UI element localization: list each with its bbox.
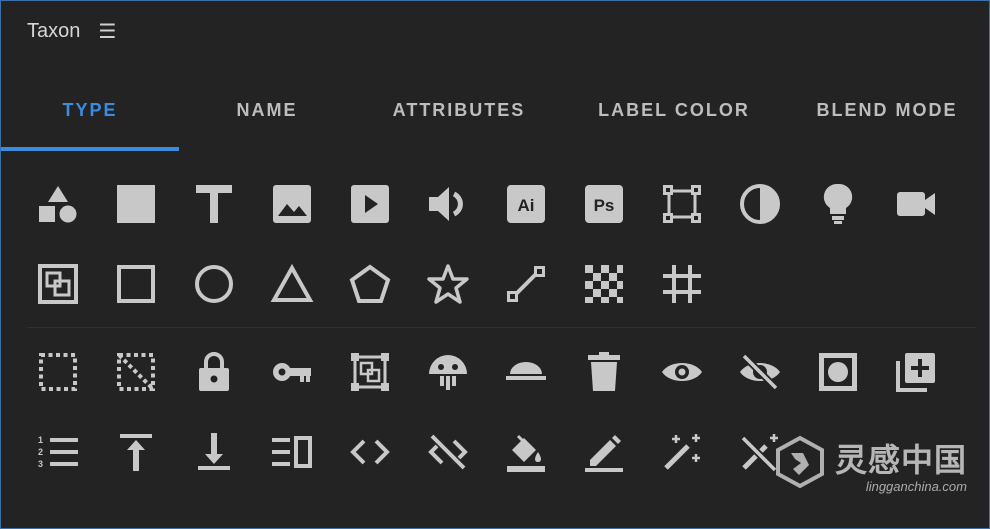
icon-row-1: Ai Ps: [19, 165, 969, 243]
tab-name[interactable]: NAME: [179, 71, 355, 149]
active-tab-indicator: [1, 147, 179, 151]
ellipse-icon[interactable]: [175, 245, 253, 323]
panel-title: Taxon: [27, 19, 81, 42]
add-layer-icon[interactable]: [877, 333, 955, 411]
light-icon[interactable]: [799, 165, 877, 243]
tab-blend-mode[interactable]: BLEND MODE: [785, 71, 989, 149]
watermark: 灵感中国 lingganchina.com: [773, 435, 967, 494]
photoshop-file-icon[interactable]: Ps: [565, 165, 643, 243]
photoshop-glyph: Ps: [594, 196, 615, 215]
shapes-icon[interactable]: [19, 165, 97, 243]
shy-icon[interactable]: [487, 333, 565, 411]
code-off-icon[interactable]: [409, 413, 487, 491]
null-object-icon[interactable]: [643, 165, 721, 243]
path-icon[interactable]: [487, 245, 565, 323]
transparency-grid-icon[interactable]: [565, 245, 643, 323]
magic-wand-icon[interactable]: [643, 413, 721, 491]
illustrator-glyph: Ai: [518, 196, 535, 215]
selection-excluded-icon[interactable]: [97, 333, 175, 411]
triangle-icon[interactable]: [253, 245, 331, 323]
effect-layer-icon[interactable]: [799, 333, 877, 411]
camera-icon[interactable]: [877, 165, 955, 243]
visible-eye-icon[interactable]: [643, 333, 721, 411]
hidden-eye-icon[interactable]: [721, 333, 799, 411]
star-icon[interactable]: [409, 245, 487, 323]
icon-row-2: [19, 245, 969, 323]
precomp-icon[interactable]: [19, 245, 97, 323]
illustrator-file-icon[interactable]: Ai: [487, 165, 565, 243]
section-divider: [27, 327, 977, 328]
video-play-icon[interactable]: [331, 165, 409, 243]
svg-text:3: 3: [38, 459, 43, 469]
panel-header: Taxon ☰: [27, 17, 116, 45]
rectangle-icon[interactable]: [97, 245, 175, 323]
tab-label-color[interactable]: LABEL COLOR: [563, 71, 785, 149]
key-icon[interactable]: [253, 333, 331, 411]
align-top-icon[interactable]: [97, 413, 175, 491]
taxon-panel: Taxon ☰ TYPE NAME ATTRIBUTES LABEL COLOR…: [0, 0, 990, 529]
icon-row-3: [19, 333, 969, 411]
solid-layer-icon[interactable]: [97, 165, 175, 243]
edit-pencil-icon[interactable]: [565, 413, 643, 491]
selection-dotted-icon[interactable]: [19, 333, 97, 411]
watermark-en: lingganchina.com: [865, 479, 967, 494]
tab-bar: TYPE NAME ATTRIBUTES LABEL COLOR BLEND M…: [1, 71, 989, 151]
precomp-select-icon[interactable]: [331, 333, 409, 411]
hamburger-menu-icon[interactable]: ☰: [98, 19, 116, 44]
guide-grid-icon[interactable]: [643, 245, 721, 323]
lock-icon[interactable]: [175, 333, 253, 411]
fill-color-icon[interactable]: [487, 413, 565, 491]
solo-icon[interactable]: [409, 333, 487, 411]
align-bottom-icon[interactable]: [175, 413, 253, 491]
code-icon[interactable]: [331, 413, 409, 491]
svg-text:2: 2: [38, 447, 43, 457]
tab-type[interactable]: TYPE: [1, 71, 179, 149]
text-layer-icon[interactable]: [175, 165, 253, 243]
tab-attributes[interactable]: ATTRIBUTES: [355, 71, 563, 149]
pentagon-icon[interactable]: [331, 245, 409, 323]
watermark-cn: 灵感中国: [834, 442, 967, 478]
adjustment-layer-icon[interactable]: [721, 165, 799, 243]
svg-text:1: 1: [38, 435, 43, 445]
watermark-logo-icon: [773, 435, 827, 494]
audio-icon[interactable]: [409, 165, 487, 243]
numbered-list-icon[interactable]: 1 2 3: [19, 413, 97, 491]
align-distribute-icon[interactable]: [253, 413, 331, 491]
watermark-text: 灵感中国 lingganchina.com: [835, 435, 967, 494]
image-icon[interactable]: [253, 165, 331, 243]
trash-icon[interactable]: [565, 333, 643, 411]
